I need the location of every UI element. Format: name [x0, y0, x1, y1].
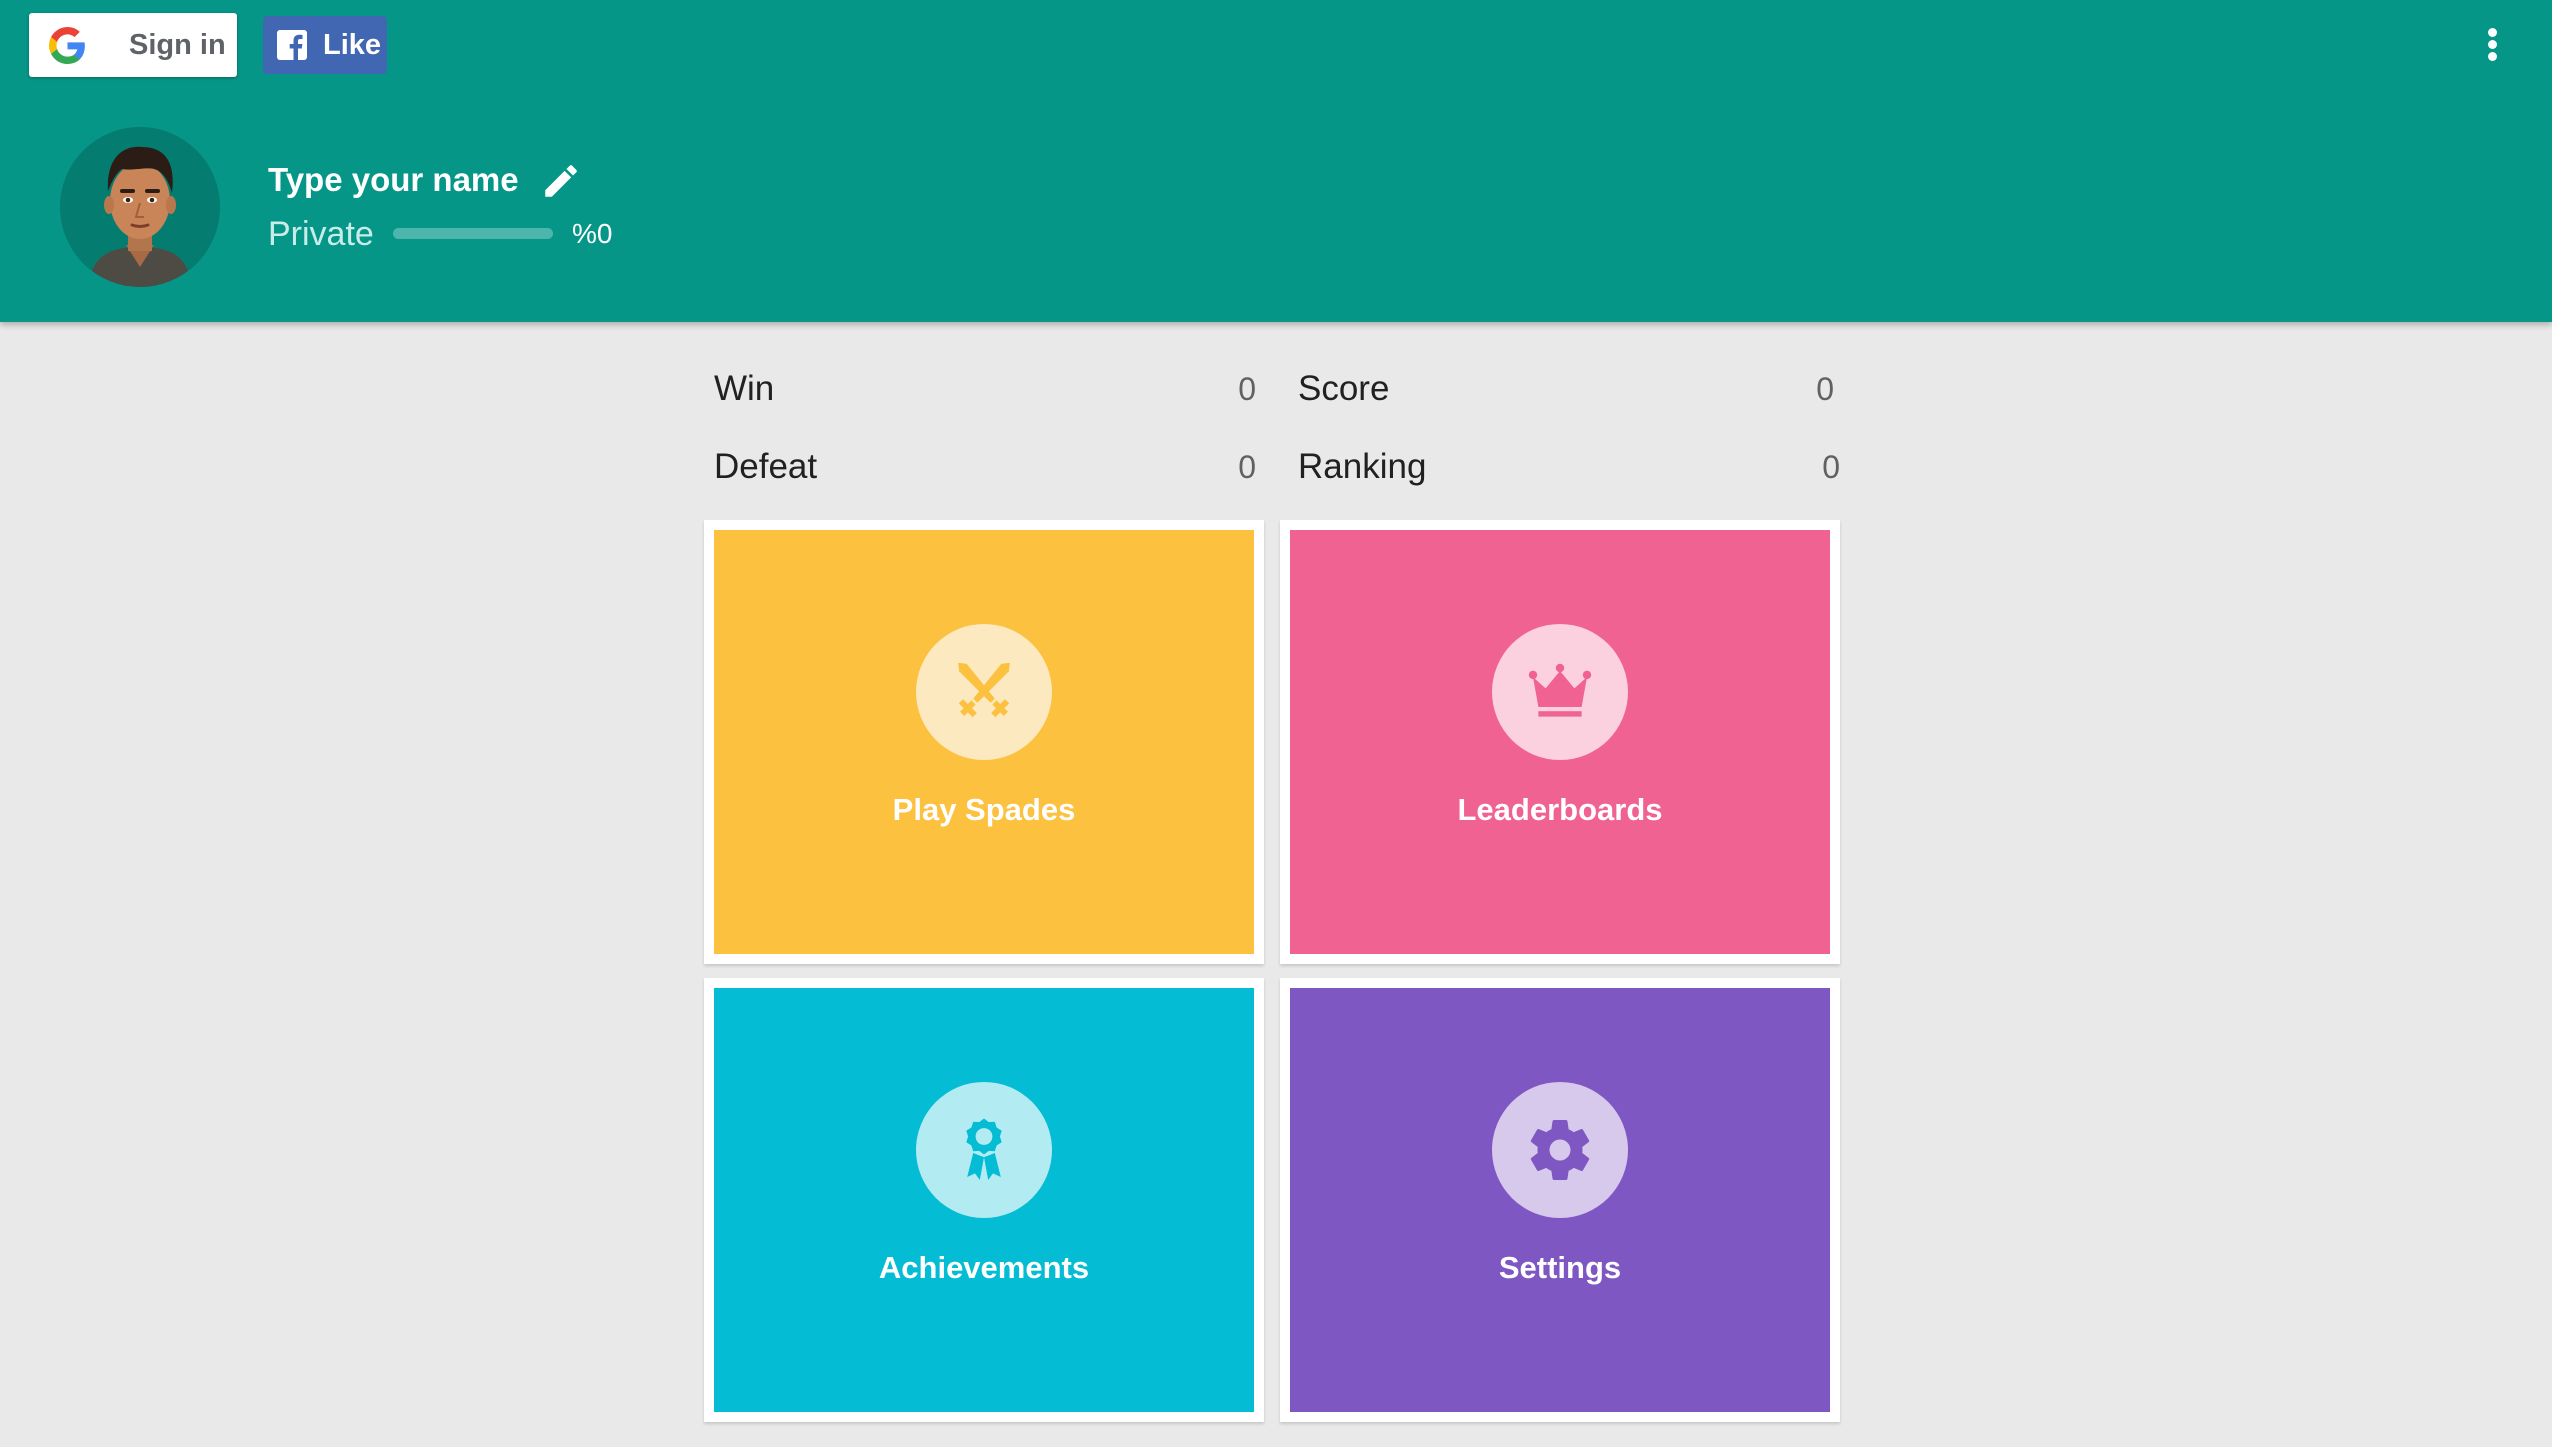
- edit-pencil-icon[interactable]: [540, 160, 582, 202]
- google-signin-button[interactable]: Sign in: [29, 13, 237, 77]
- achievements-label: Achievements: [878, 1250, 1090, 1285]
- stat-defeat: Defeat 0: [714, 442, 1256, 492]
- level-progress-text: %0: [572, 218, 613, 249]
- google-signin-label: Sign in: [129, 29, 226, 61]
- player-name-field[interactable]: Type your name: [268, 158, 519, 202]
- stat-win: Win 0: [714, 364, 1256, 414]
- gear-icon: [1530, 1119, 1590, 1180]
- stat-defeat-label: Defeat: [714, 447, 818, 486]
- app-header: Sign in Like Type your name Private %0: [0, 0, 2552, 322]
- achievements-tile[interactable]: Achievements: [704, 978, 1264, 1422]
- settings-tile-body[interactable]: Settings: [1290, 988, 1830, 1412]
- play-spades-label: Play Spades: [892, 792, 1076, 827]
- leaderboards-tile-body[interactable]: Leaderboards: [1290, 530, 1830, 954]
- facebook-logo-icon: [277, 30, 307, 60]
- avatar-portrait-image: [60, 127, 220, 287]
- stat-ranking: Ranking 0: [1298, 442, 1840, 492]
- play-spades-icon-circle: [916, 624, 1052, 760]
- menu-dot: [2488, 40, 2497, 49]
- play-spades-tile-body[interactable]: Play Spades: [714, 530, 1254, 954]
- stat-score-value: 0: [1816, 370, 1834, 407]
- crown-icon: [1528, 663, 1592, 717]
- overflow-menu-icon[interactable]: [2468, 20, 2516, 68]
- stat-defeat-value: 0: [1238, 448, 1256, 485]
- leaderboards-label: Leaderboards: [1457, 792, 1663, 827]
- google-logo-icon: [49, 27, 85, 64]
- stat-score: Score 0: [1298, 364, 1834, 414]
- menu-dot: [2488, 28, 2497, 37]
- settings-label: Settings: [1498, 1250, 1622, 1285]
- settings-icon-circle: [1492, 1082, 1628, 1218]
- menu-dot: [2488, 52, 2497, 61]
- stat-score-label: Score: [1298, 369, 1390, 408]
- rank-label: Private: [268, 215, 374, 253]
- facebook-like-button[interactable]: Like: [263, 16, 387, 74]
- achievements-icon-circle: [916, 1082, 1052, 1218]
- crossed-swords-icon: [958, 662, 1010, 718]
- leaderboards-icon-circle: [1492, 624, 1628, 760]
- facebook-like-label: Like: [323, 29, 382, 61]
- level-progress-bar: [393, 228, 553, 239]
- stat-win-value: 0: [1238, 370, 1256, 407]
- leaderboards-tile[interactable]: Leaderboards: [1280, 520, 1840, 964]
- player-avatar[interactable]: [60, 127, 220, 287]
- stat-win-label: Win: [714, 369, 775, 408]
- stat-ranking-value: 0: [1822, 448, 1840, 485]
- play-spades-tile[interactable]: Play Spades: [704, 520, 1264, 964]
- ribbon-badge-icon: [966, 1118, 1002, 1180]
- achievements-tile-body[interactable]: Achievements: [714, 988, 1254, 1412]
- settings-tile[interactable]: Settings: [1280, 978, 1840, 1422]
- stat-ranking-label: Ranking: [1298, 447, 1427, 486]
